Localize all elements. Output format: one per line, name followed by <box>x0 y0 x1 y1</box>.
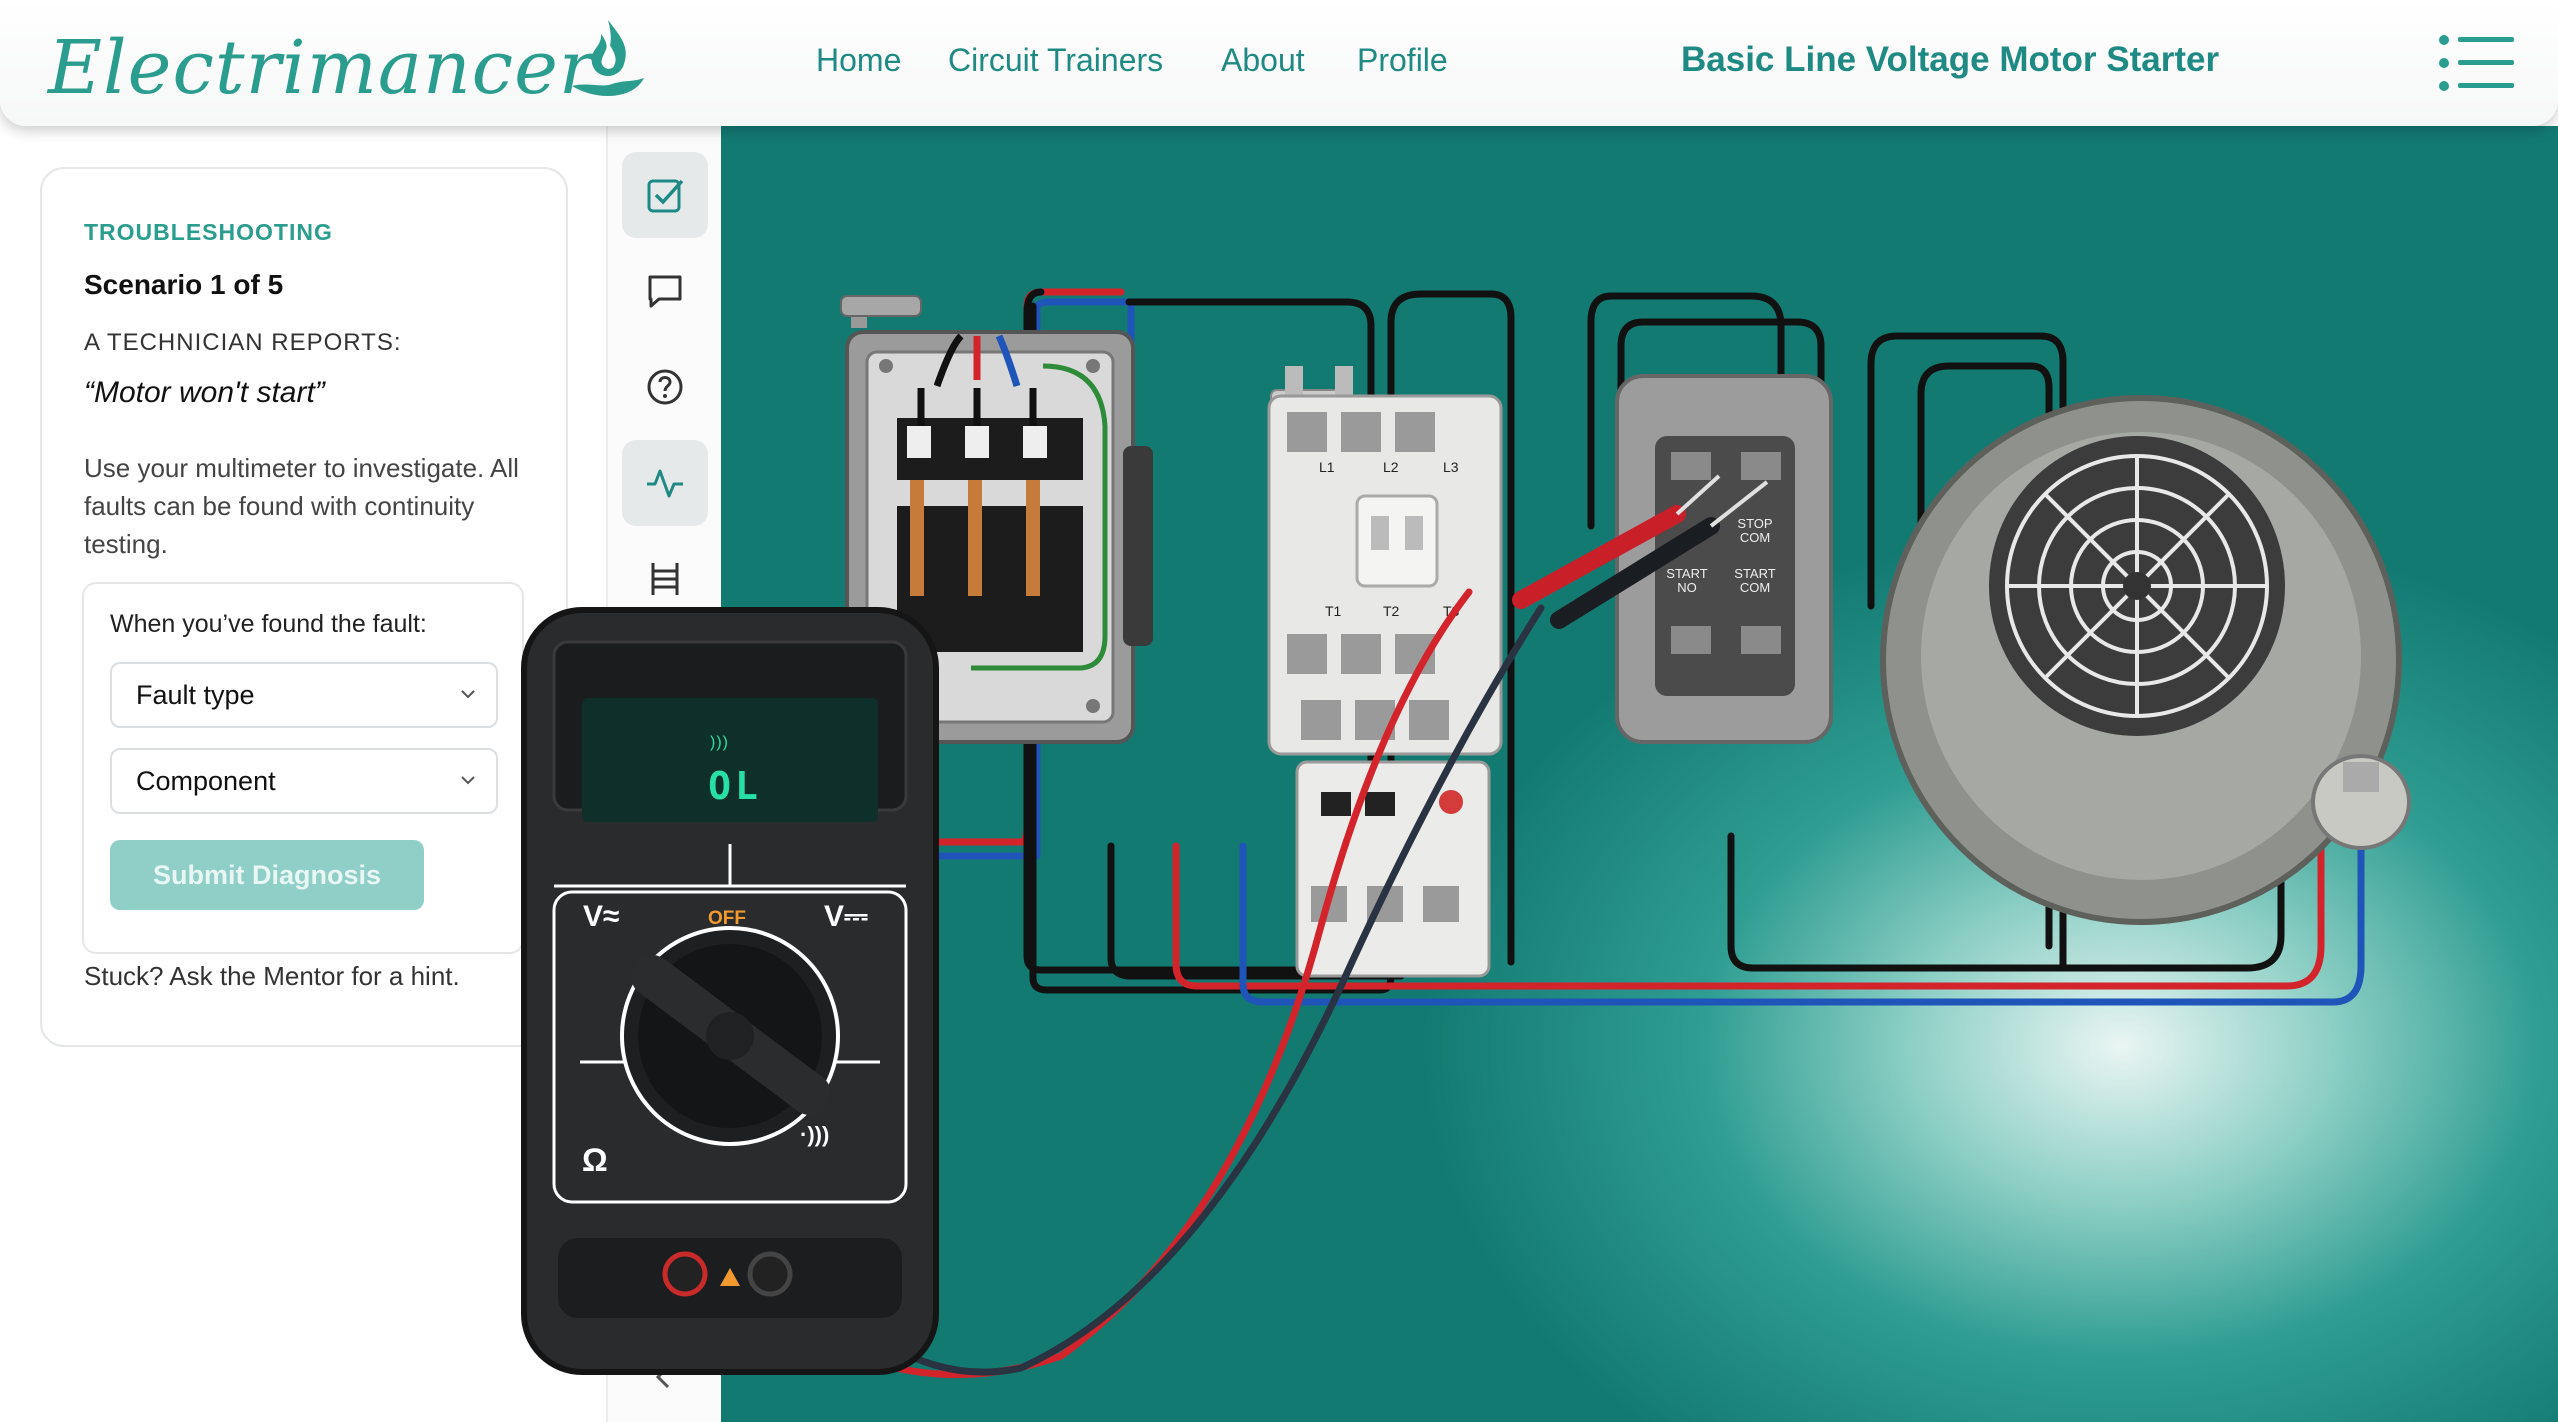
nav-about[interactable]: About <box>1221 42 1305 79</box>
app-logo[interactable]: Electrimancer <box>48 18 644 118</box>
station-label-no: NO <box>1677 580 1697 595</box>
dial-ac-volts[interactable]: V≈ <box>583 900 619 934</box>
top-header: Electrimancer Home Circuit Trainers Abou… <box>0 0 2558 126</box>
tool-help[interactable] <box>622 344 708 430</box>
multimeter[interactable] <box>520 606 940 1376</box>
help-icon <box>647 369 683 405</box>
tool-chat[interactable] <box>622 248 708 334</box>
simulation-canvas[interactable]: L1 L2 L3 T1 T2 T3 STOP COM START NO STAR… <box>721 126 2558 1422</box>
terminal-label-l2: L2 <box>1383 459 1399 475</box>
dial-dc-volts[interactable]: V⎓ <box>824 900 868 934</box>
checklist-icon <box>647 179 684 213</box>
ladder-diagram-icon <box>651 563 679 595</box>
nav-circuit-trainers[interactable]: Circuit Trainers <box>948 42 1163 79</box>
submit-diagnosis-button[interactable]: Submit Diagnosis <box>110 840 424 910</box>
fault-quote: “Motor won't start” <box>84 376 325 409</box>
station-label-start-no: START <box>1666 566 1707 581</box>
nav-profile[interactable]: Profile <box>1357 42 1448 79</box>
fault-prompt: When you’ve found the fault: <box>110 610 427 638</box>
terminal-label-l1: L1 <box>1319 459 1335 475</box>
component-value: Component <box>136 766 276 796</box>
meter-beep-indicator: ))) <box>710 734 729 751</box>
list-menu-icon[interactable] <box>2438 34 2514 92</box>
chevron-down-icon <box>461 776 475 785</box>
fault-type-select[interactable]: Fault type <box>110 662 498 728</box>
terminal-label-l3: L3 <box>1443 459 1459 475</box>
tool-checklist[interactable] <box>622 152 708 238</box>
dial-continuity[interactable]: ·))) <box>800 1122 829 1148</box>
flame-hand-icon <box>572 20 644 96</box>
station-label-start-com: START <box>1734 566 1775 581</box>
pulse-icon <box>647 469 683 498</box>
motor-fan[interactable] <box>1880 395 2411 925</box>
fault-type-value: Fault type <box>136 680 255 710</box>
diagnosis-form: When you’ve found the fault: Fault type … <box>82 582 524 954</box>
instructions-text: Use your multimeter to investigate. All … <box>84 453 519 559</box>
component-select[interactable]: Component <box>110 748 498 814</box>
scenario-title: Scenario 1 of 5 <box>84 269 284 300</box>
dial-ohms[interactable]: Ω <box>582 1142 608 1179</box>
meter-reading: OL <box>708 764 762 808</box>
circuit-scene: L1 L2 L3 T1 T2 T3 STOP COM START NO STAR… <box>721 288 2411 1379</box>
chat-icon <box>648 275 682 308</box>
mentor-hint-text: Stuck? Ask the Mentor for a hint. <box>84 961 460 991</box>
station-label-start-com-2: COM <box>1740 580 1770 595</box>
technician-reports-label: A TECHNICIAN REPORTS: <box>84 329 402 356</box>
station-label-stop: STOP <box>1737 516 1772 531</box>
terminal-label-t1: T1 <box>1325 603 1342 619</box>
terminal-label-t2: T2 <box>1383 603 1400 619</box>
station-label-stop-com: COM <box>1740 530 1770 545</box>
tool-multimeter[interactable] <box>622 440 708 526</box>
scenario-card: TROUBLESHOOTING Scenario 1 of 5 A TECHNI… <box>40 167 568 1047</box>
troubleshooting-label: TROUBLESHOOTING <box>84 219 333 245</box>
dial-off[interactable]: OFF <box>708 908 746 930</box>
page-title: Basic Line Voltage Motor Starter <box>1681 40 2220 79</box>
chevron-down-icon <box>461 690 475 699</box>
nav-home[interactable]: Home <box>816 42 901 79</box>
logo-text: Electrimancer <box>48 25 596 111</box>
